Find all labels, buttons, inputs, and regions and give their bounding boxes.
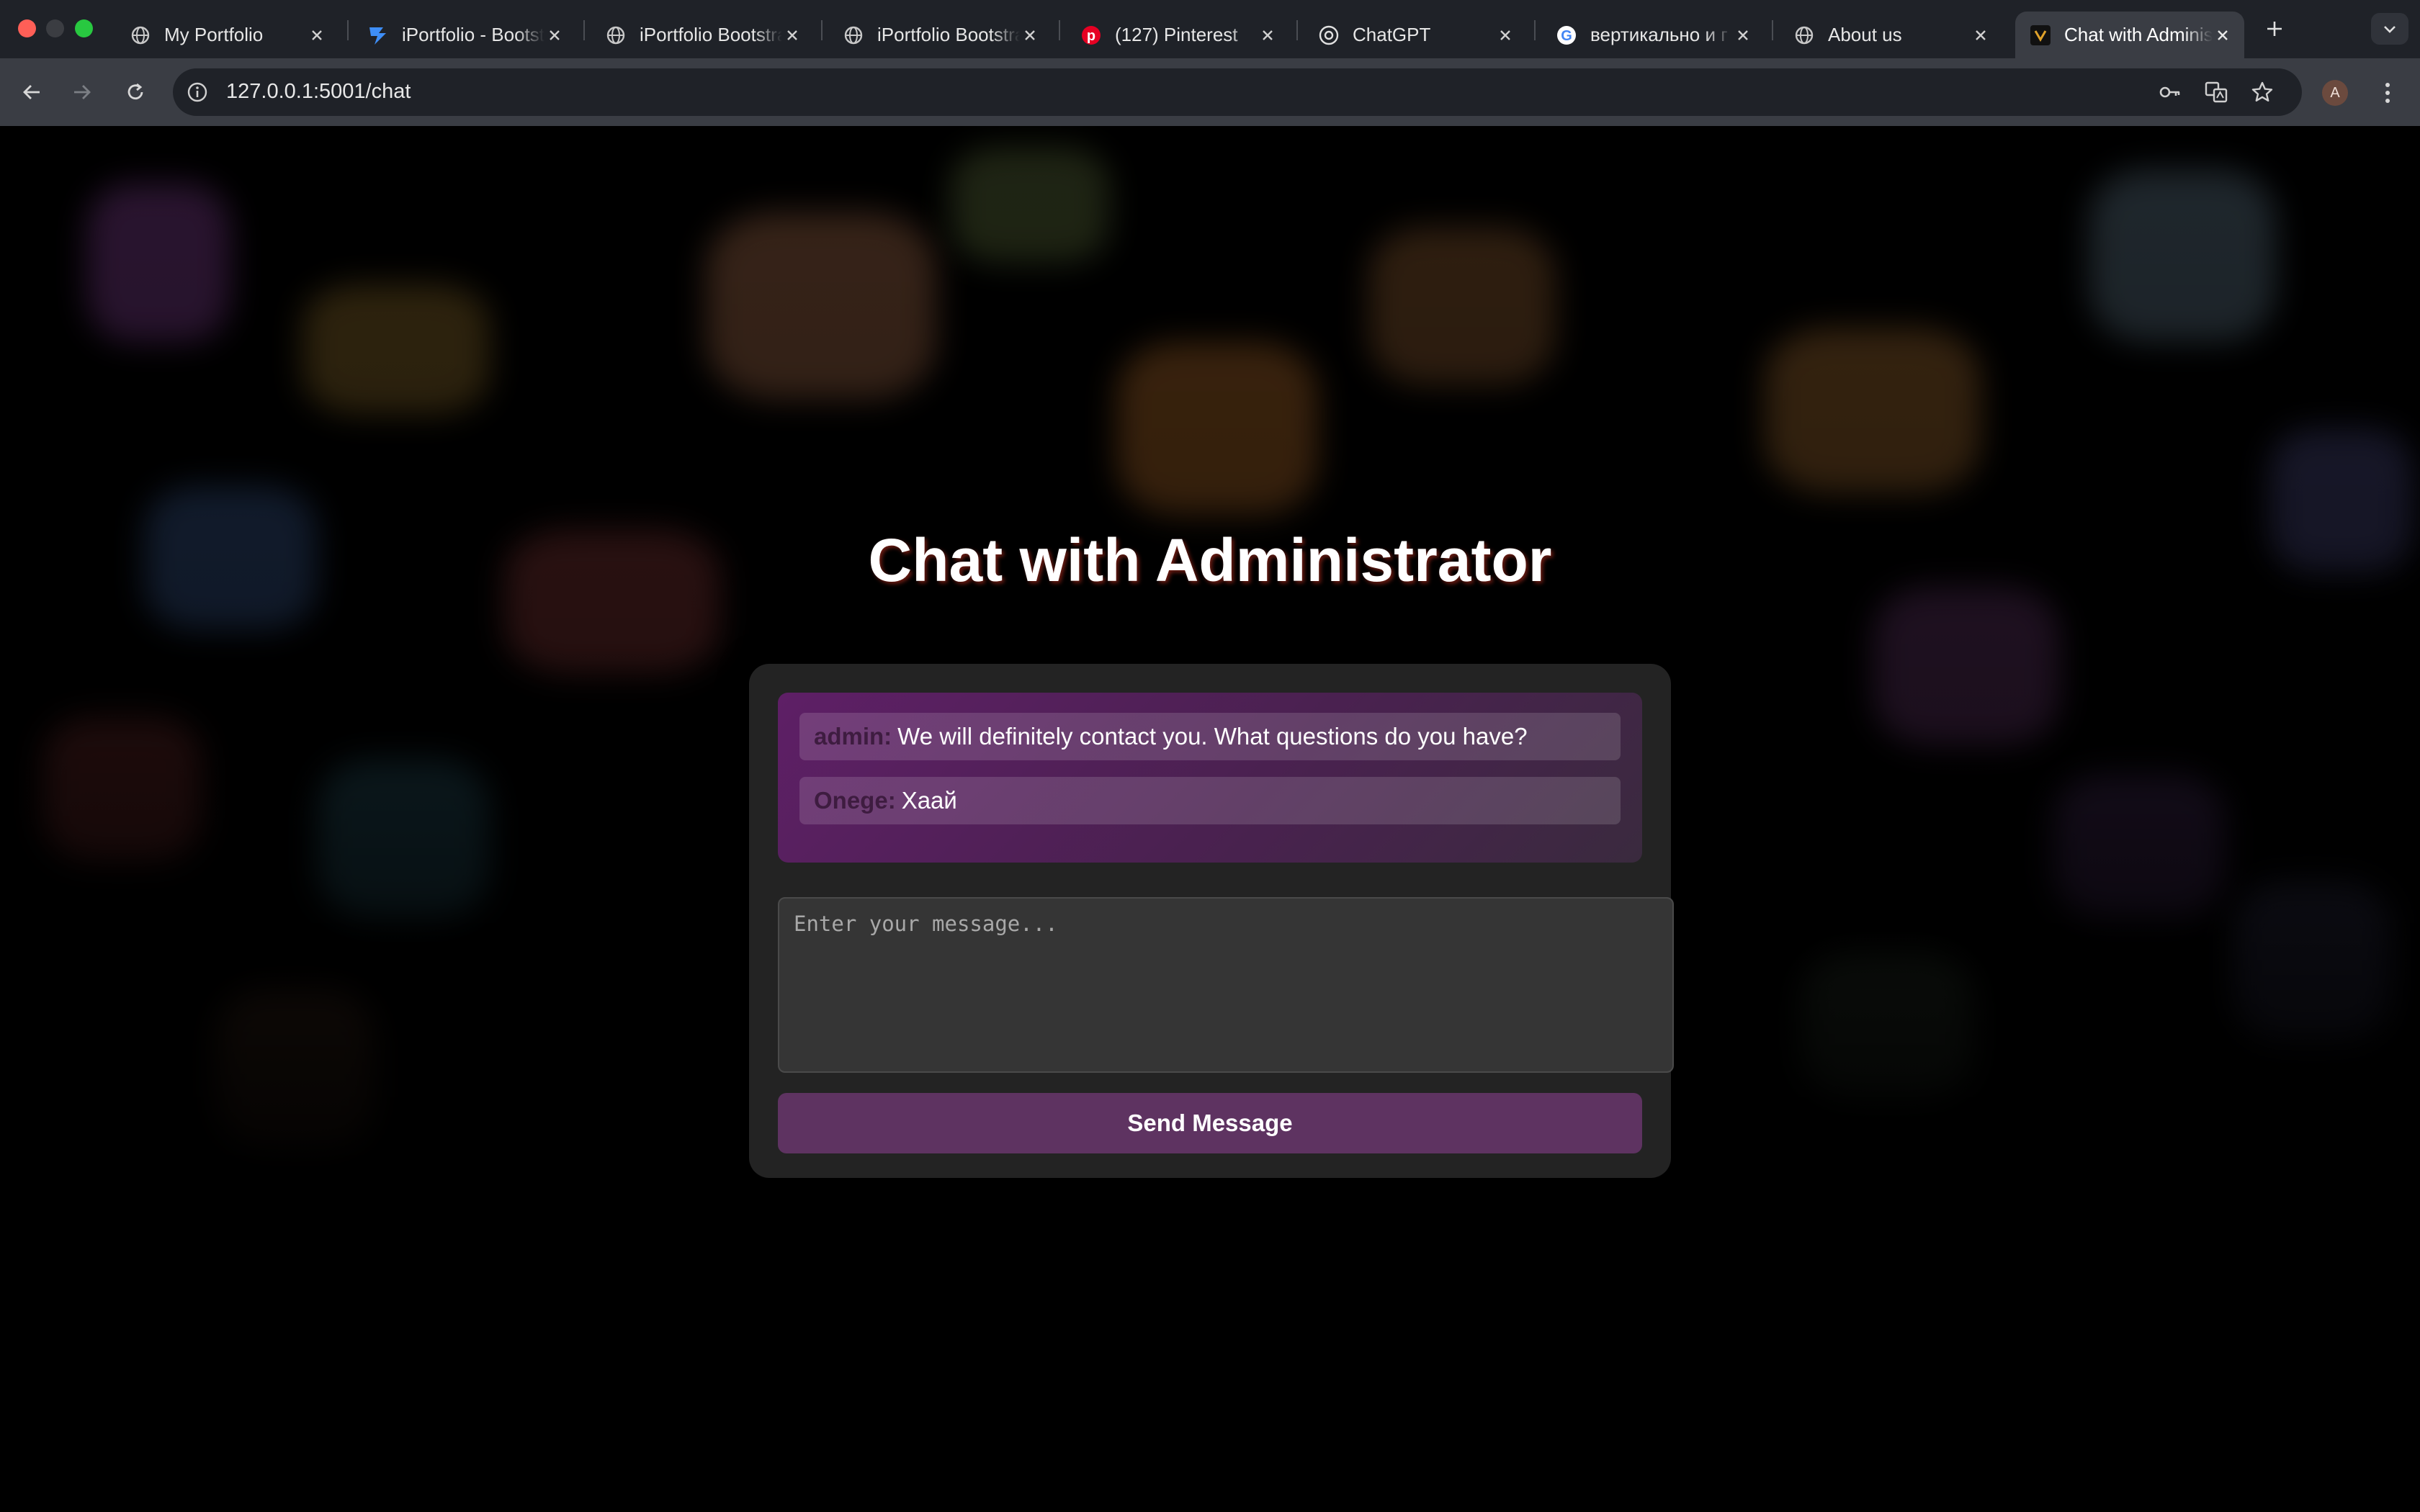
browser-tab-strip: My Portfolio iPortfolio - Bootstrap iPor… — [0, 0, 2420, 58]
new-tab-button[interactable] — [2260, 14, 2289, 43]
window-zoom-button[interactable] — [75, 19, 93, 37]
tab-search-button[interactable] — [2371, 13, 2408, 45]
globe-icon — [1793, 24, 1815, 46]
globe-icon — [843, 24, 864, 46]
message-text: We will definitely contact you. What que… — [897, 723, 1528, 750]
browser-tab[interactable]: p (127) Pinterest — [1066, 12, 1289, 58]
forward-button[interactable] — [66, 76, 98, 108]
message-sender: admin: — [814, 723, 892, 750]
translate-icon[interactable] — [2204, 80, 2228, 104]
password-key-icon[interactable] — [2158, 80, 2182, 104]
tab-title: About us — [1828, 24, 1902, 45]
close-icon[interactable] — [782, 25, 802, 45]
site-logo-icon — [2030, 24, 2051, 46]
address-bar[interactable]: 127.0.0.1:5001/chat — [173, 68, 2302, 116]
svg-text:G: G — [1561, 28, 1572, 44]
browser-tab[interactable]: iPortfolio - Bootstrap — [353, 12, 576, 58]
window-close-button[interactable] — [18, 19, 36, 37]
reload-icon — [127, 83, 143, 100]
browser-tab[interactable]: iPortfolio Bootstrap — [591, 12, 814, 58]
plus-icon — [2267, 22, 2282, 36]
tab-separator — [821, 20, 823, 40]
message-text: Хаай — [901, 787, 957, 814]
browser-tab[interactable]: My Portfolio — [115, 12, 339, 58]
close-icon[interactable] — [2213, 25, 2233, 45]
send-message-button[interactable]: Send Message — [778, 1093, 1642, 1153]
page-title: Chat with Administrator — [868, 526, 1552, 594]
chat-page: Chat with Administrator admin: We will d… — [0, 126, 2420, 1512]
globe-icon — [130, 24, 151, 46]
message-sender: Onege: — [814, 787, 896, 814]
message-input[interactable] — [778, 897, 1674, 1073]
close-icon[interactable] — [1971, 25, 1991, 45]
tab-title: вертикально и г — [1590, 24, 1728, 45]
tab-separator — [583, 20, 585, 40]
browser-tab[interactable]: ChatGPT — [1304, 12, 1527, 58]
bootstrapmade-logo-icon — [367, 24, 389, 46]
chat-message: Onege: Хаай — [799, 777, 1621, 824]
profile-avatar[interactable]: A — [2322, 80, 2348, 106]
chat-message: admin: We will definitely contact you. W… — [799, 713, 1621, 760]
tab-separator — [347, 20, 349, 40]
tab-title: iPortfolio Bootstrap — [877, 24, 1020, 45]
tab-separator — [1296, 20, 1298, 40]
more-vertical-icon — [2385, 83, 2390, 103]
forward-arrow-icon — [74, 85, 91, 99]
tab-title: Chat with Administrator — [2064, 24, 2213, 45]
url-text[interactable]: 127.0.0.1:5001/chat — [226, 80, 411, 104]
back-arrow-icon — [23, 85, 40, 99]
message-list: admin: We will definitely contact you. W… — [778, 693, 1642, 863]
close-icon[interactable] — [1258, 25, 1278, 45]
pinterest-icon: p — [1080, 24, 1102, 46]
close-icon[interactable] — [1495, 25, 1515, 45]
tab-title: ChatGPT — [1353, 24, 1431, 45]
tab-separator — [1534, 20, 1536, 40]
bookmark-star-icon[interactable] — [2250, 80, 2275, 104]
browser-toolbar: 127.0.0.1:5001/chat A — [0, 58, 2420, 126]
browser-tab[interactable]: About us — [1779, 12, 2002, 58]
chat-panel: admin: We will definitely contact you. W… — [749, 664, 1674, 1178]
close-icon[interactable] — [1020, 25, 1040, 45]
reload-button[interactable] — [120, 76, 151, 108]
tab-title: (127) Pinterest — [1115, 24, 1238, 45]
site-info-icon[interactable] — [186, 81, 209, 104]
back-button[interactable] — [16, 76, 48, 108]
svg-text:p: p — [1087, 28, 1095, 44]
browser-menu-button[interactable] — [2377, 78, 2398, 107]
google-icon: G — [1556, 24, 1577, 46]
close-icon[interactable] — [1733, 25, 1753, 45]
tab-separator — [1059, 20, 1060, 40]
close-icon[interactable] — [544, 25, 565, 45]
browser-tab[interactable]: iPortfolio Bootstrap — [828, 12, 1052, 58]
chevron-down-icon — [2384, 26, 2396, 33]
globe-icon — [605, 24, 627, 46]
chatgpt-icon — [1318, 24, 1340, 46]
browser-tab-active[interactable]: Chat with Administrator — [2015, 12, 2244, 58]
tab-title: iPortfolio Bootstrap — [640, 24, 782, 45]
window-minimize-button[interactable] — [46, 19, 64, 37]
tab-separator — [1772, 20, 1773, 40]
tab-title: My Portfolio — [164, 24, 264, 45]
tab-title: iPortfolio - Bootstrap — [402, 24, 544, 45]
close-icon[interactable] — [307, 25, 327, 45]
browser-tab[interactable]: G вертикально и г — [1541, 12, 1765, 58]
